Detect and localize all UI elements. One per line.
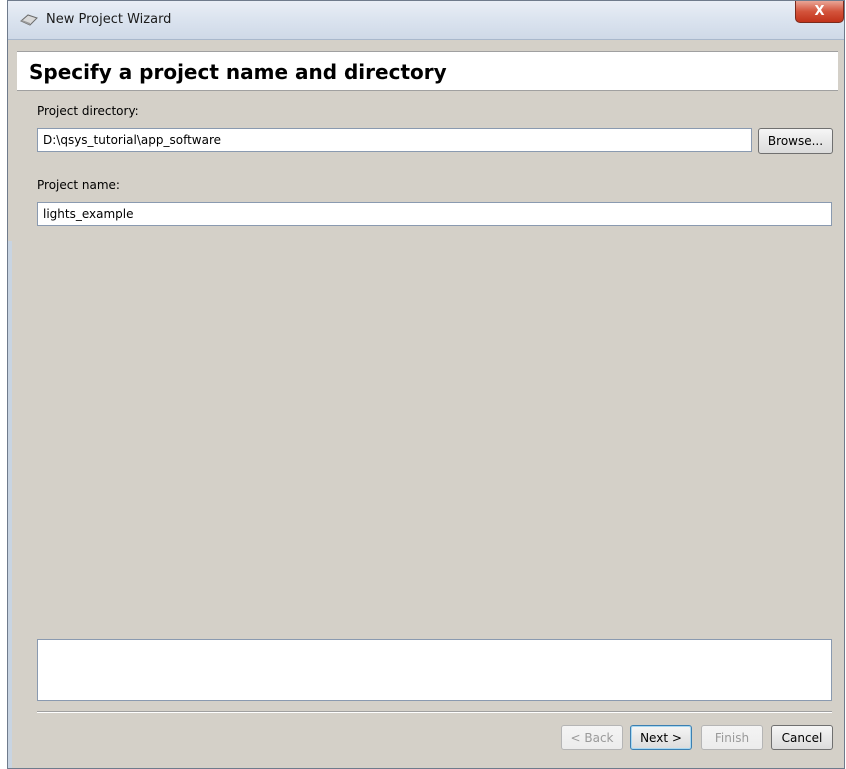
project-directory-input[interactable]	[37, 128, 752, 152]
close-button[interactable]: X	[795, 1, 844, 23]
wizard-gem-icon	[20, 14, 38, 26]
project-directory-label: Project directory:	[37, 104, 139, 118]
project-name-input[interactable]	[37, 202, 832, 226]
wizard-header: Specify a project name and directory	[17, 51, 838, 91]
window-left-edge	[8, 241, 12, 768]
wizard-window: New Project Wizard X Specify a project n…	[7, 0, 845, 769]
title-bar[interactable]: New Project Wizard X	[8, 1, 844, 40]
window-title: New Project Wizard	[46, 12, 172, 27]
next-button[interactable]: Next >	[630, 725, 692, 750]
finish-button[interactable]: Finish	[701, 725, 763, 750]
project-name-label: Project name:	[37, 178, 120, 192]
close-icon: X	[814, 4, 825, 19]
page-title: Specify a project name and directory	[29, 60, 447, 84]
message-area	[37, 639, 832, 701]
footer-separator	[37, 711, 832, 713]
back-button[interactable]: < Back	[561, 725, 623, 750]
browse-button[interactable]: Browse...	[758, 128, 833, 154]
cancel-button[interactable]: Cancel	[771, 725, 833, 750]
